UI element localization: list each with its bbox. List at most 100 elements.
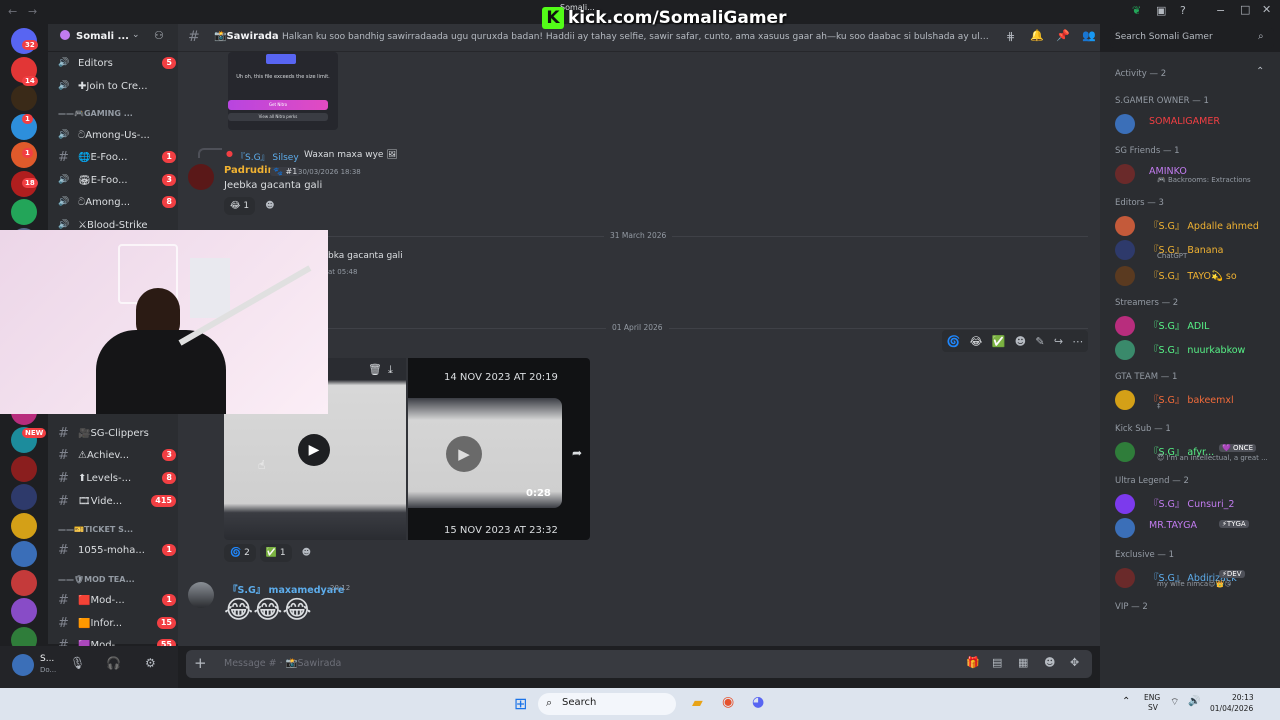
channel-item[interactable]: # ⚠Achiev... 3 [58,445,176,465]
quick-react-2[interactable]: 😂 [970,335,983,348]
member-item[interactable]: 『S.G』 afyr... 💜 ONCE 😇 I'm an intellectual… [1115,440,1275,464]
clock-date[interactable]: 01/04/2026 [1210,704,1253,713]
channel-item[interactable]: # 🌐E-Foo... 1 [58,147,176,167]
reaction-laugh[interactable]: 😂 1 [224,197,256,215]
headphones-icon[interactable]: 🎧 [106,656,121,670]
member-item[interactable]: AMINKO 🎮 Backrooms: Extractions [1115,162,1275,186]
member-item[interactable]: 『S.G』 Abdirizack ⚡DEV my wife nimca😍👑😘 [1115,566,1275,590]
server-icon[interactable] [11,512,37,539]
quick-react-3[interactable]: ✅ [992,335,1006,348]
member-item[interactable]: 『S.G』 Apdalle ahmed [1115,214,1275,238]
reaction-check[interactable]: ✅ 1 [259,544,292,562]
member-item[interactable]: 『S.G』 ADIL [1115,314,1275,338]
channel-item[interactable]: 🔊 Editors 5 [58,53,176,73]
language-indicator[interactable]: ENG [1144,693,1160,702]
help-icon[interactable]: ? [1180,4,1186,17]
channel-item[interactable]: # ⬆Levels-... 8 [58,468,176,488]
message-author[interactable]: Padrudin [224,165,275,176]
server-icon[interactable] [11,85,37,111]
gift-icon[interactable]: 🎁 [966,656,980,669]
play-icon[interactable]: ▶ [446,436,482,472]
avatar[interactable] [188,582,214,608]
inbox-icon[interactable]: ▣ [1156,4,1166,17]
forward-icon[interactable]: ↪ [1054,335,1063,348]
activity-header[interactable]: Activity — 2 [1115,69,1166,79]
add-reaction-icon[interactable]: ☻ [296,544,317,562]
add-reaction-icon[interactable]: ☻ [259,197,280,215]
firefox-icon[interactable]: ◉ [722,694,734,710]
member-item[interactable]: 『S.G』 bakeemxl ‡ [1115,388,1275,412]
add-user-icon[interactable]: ⚇ [154,29,164,42]
attach-plus-icon[interactable]: + [194,654,207,672]
share-icon[interactable]: ➦ [572,446,582,460]
sticker-icon[interactable]: ▦ [1018,656,1028,669]
gear-icon[interactable]: ⚙ [145,656,156,670]
apps-icon[interactable]: ✥ [1070,656,1079,669]
video-attachment-2[interactable]: 14 NOV 2023 AT 20:19 ▶ 0:28 15 NOV 2023 … [408,358,590,540]
reaction-swirl[interactable]: 🌀 2 [224,544,256,562]
reply-text[interactable]: Waxan maxa wye 🖼 [304,150,398,160]
reply-author[interactable]: 『S.G』 Silsey [236,150,299,163]
avatar[interactable] [188,164,214,190]
threads-icon[interactable]: ⋕ [1006,30,1015,43]
member-item[interactable]: SOMALIGAMER [1115,112,1275,136]
gif-icon[interactable]: ▤ [992,656,1002,669]
play-icon[interactable]: ▶ [298,434,330,466]
mic-icon[interactable]: 🎙 [70,656,85,670]
channel-item[interactable]: # 🎥SG-Clippers [58,423,176,443]
upload-limit-screenshot[interactable]: Uh oh, this file exceeds the size limit.… [228,52,338,130]
quick-react-1[interactable]: 🌀 [947,335,961,348]
message-composer[interactable]: + Message # · 📸Sawirada 🎁 ▤ ▦ ☻ ✥ [186,650,1092,678]
clock-time[interactable]: 20:13 [1232,693,1254,702]
forward-arrow-icon[interactable]: → [28,5,37,18]
channel-item[interactable]: #1055-moha... 1 [58,540,176,560]
server-icon[interactable] [11,541,37,567]
server-icon[interactable] [11,455,37,482]
message-author[interactable]: 『S.G』 maxamedyare [228,582,344,596]
channel-item[interactable]: 🔊 🏟E-Foo... 3 [58,170,176,190]
wifi-icon[interactable]: ⌔ [1170,696,1179,709]
bell-icon[interactable]: 🔔 [1030,29,1044,42]
add-reaction-icon[interactable]: ☻ [1015,335,1026,348]
server-icon[interactable] [11,199,37,225]
channel-topic[interactable]: Halkan ku soo bandhig sawirradaada ugu q… [282,32,994,42]
windows-start-icon[interactable]: ⊞ [514,694,527,713]
members-icon[interactable]: 👥 [1082,29,1096,42]
member-item[interactable]: 『S.G』 nuurkabkow [1115,338,1275,362]
search-input[interactable]: Search Somali Gamer ⌕ [1110,28,1274,48]
member-item[interactable]: 『S.G』 Banana ChatGPT [1115,238,1275,262]
server-header[interactable]: Somali ... ⌄ ⚇ [48,24,178,52]
server-icon[interactable] [11,598,37,624]
channel-category[interactable]: ——🎮GAMING ... [58,109,176,118]
channel-item[interactable]: # 🟥Mod-... 1 [58,590,176,610]
discord-icon[interactable]: ◕ [752,694,764,710]
close-icon[interactable]: ✕ [1262,3,1271,16]
channel-item[interactable]: 🔊 ටAmong... 8 [58,192,176,212]
trash-icon[interactable]: 🗑 [368,363,382,376]
maximize-icon[interactable]: □ [1240,3,1250,16]
minimize-icon[interactable]: − [1216,4,1225,17]
taskbar-search[interactable]: ⌕ Search [538,693,676,715]
member-item[interactable]: 『S.G』 TAYO💫 so [1115,264,1275,288]
channel-item[interactable]: 🔊 ටAmong-Us-... [58,125,176,145]
download-icon[interactable]: ⤓ [388,363,393,377]
back-arrow-icon[interactable]: ← [8,5,17,18]
channel-item[interactable]: # 🟧Infor... 15 [58,613,176,633]
member-item[interactable]: 『S.G』 Cunsuri_2 [1115,492,1275,516]
more-icon[interactable]: ⋯ [1072,335,1083,348]
pin-icon[interactable]: 📌 [1056,29,1070,42]
server-icon[interactable] [11,569,37,596]
avatar[interactable] [12,654,34,676]
channel-category[interactable]: ——🛡MOD TEA... [58,575,176,584]
folder-icon[interactable]: ▰ [692,695,703,711]
member-item[interactable]: MR.TAYGA ⚡TYGA [1115,516,1275,540]
chevron-up-icon[interactable]: ⌃ [1122,696,1130,707]
channel-category[interactable]: ——🎫TICKET S... [58,525,176,534]
channel-item[interactable]: # 🎞Vide... 415 [58,491,176,511]
volume-icon[interactable]: 🔊 [1188,696,1200,707]
edit-icon[interactable]: ✎ [1035,335,1044,348]
channel-item[interactable]: 🔊 ✚Join to Cre... [58,76,176,96]
server-icon[interactable] [11,484,37,510]
emoji-icon[interactable]: ☻ [1044,656,1055,669]
collapse-icon[interactable]: ⌃ [1256,66,1264,77]
